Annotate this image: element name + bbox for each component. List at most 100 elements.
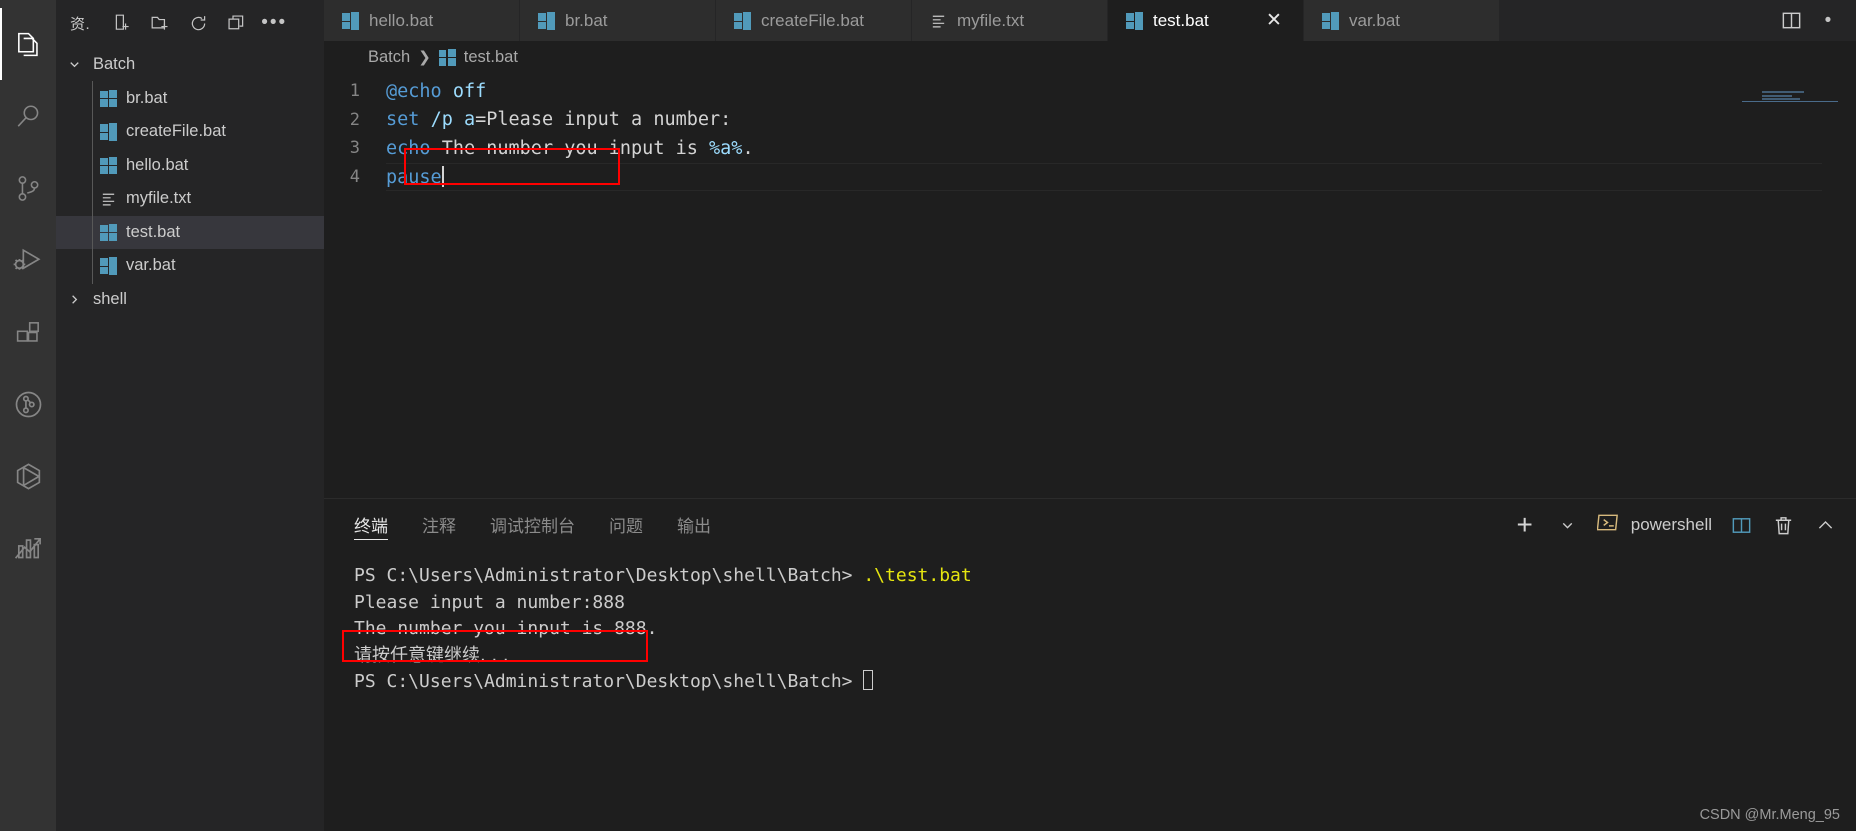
minimap-preview [1762,91,1804,100]
windows-bat-icon [1126,12,1143,30]
tree-label: hello.bat [126,155,189,174]
new-file-icon[interactable] [110,11,134,35]
line-number: 2 [349,109,360,130]
editor-area: hello.bat br.bat createFile.bat myfile.t… [324,0,1856,831]
tree-file-myfile-txt[interactable]: myfile.txt [56,181,324,216]
line-number: 1 [349,81,360,102]
line-content: pause [386,165,444,188]
bottom-panel: 终端 注释 调试控制台 问题 输出 + powershell PS C:\Use… [324,498,1856,831]
terminal-caret [863,670,874,690]
panel-tab-problems[interactable]: 问题 [609,499,643,551]
terminal-line: The number you input is 888. [354,618,658,639]
activity-item-remote-containers[interactable] [0,440,56,512]
tree-label: shell [93,289,127,308]
panel-tab-output[interactable]: 输出 [677,499,711,551]
activity-item-search[interactable] [0,80,56,152]
code-editor[interactable]: 1 @echo off 2 set /p a=Please input a nu… [324,73,1856,498]
windows-bat-icon [100,156,117,175]
cube-icon [13,461,44,492]
tab-label: hello.bat [369,10,434,30]
chevron-up-icon[interactable] [1812,512,1838,538]
tab-var-bat[interactable]: var.bat [1304,0,1500,41]
tree-label: br.bat [126,88,168,107]
chart-arrow-icon [13,533,44,564]
tree-folder-batch[interactable]: Batch [56,48,324,82]
tree-folder-shell[interactable]: shell [56,283,324,317]
tab-hello-bat[interactable]: hello.bat [324,0,520,41]
split-editor-icon[interactable] [1778,8,1804,34]
breadcrumb: Batch ❯ test.bat [324,41,1856,73]
windows-bat-icon [1322,12,1339,30]
vscode-window: 资. ••• Batch br.bat createFile.bat hello… [0,0,1856,831]
tree-file-hello-bat[interactable]: hello.bat [56,147,324,183]
activity-item-gitlens[interactable] [0,368,56,440]
collapse-all-icon[interactable] [224,11,248,35]
activity-item-source-control[interactable] [0,152,56,224]
panel-header: 终端 注释 调试控制台 问题 输出 + powershell [324,499,1856,551]
tree-file-test-bat[interactable]: test.bat [56,214,324,250]
sidebar-explorer: 资. ••• Batch br.bat createFile.bat hello… [56,0,324,831]
tree-file-createfile-bat[interactable]: createFile.bat [56,114,324,149]
tree-file-var-bat[interactable]: var.bat [56,248,324,283]
editor-tab-bar: hello.bat br.bat createFile.bat myfile.t… [324,0,1856,41]
tab-label: test.bat [1153,10,1209,30]
tree-label: test.bat [126,222,181,241]
new-terminal-icon[interactable]: + [1511,509,1539,540]
activity-item-explorer[interactable] [0,8,56,80]
code-line: 3 echo The number you input is %a%. [324,134,1856,163]
tab-myfile-txt[interactable]: myfile.txt [912,0,1108,41]
panel-tab-terminal[interactable]: 终端 [354,499,388,551]
activity-item-run-and-debug[interactable] [0,224,56,296]
chevron-down-icon[interactable] [1555,512,1581,538]
windows-bat-icon [734,12,751,30]
gitlens-circle-icon [13,389,44,420]
search-icon [14,102,43,131]
terminal-command: .\test.bat [863,565,972,586]
new-folder-icon[interactable] [148,11,172,35]
activity-item-analytics[interactable] [0,512,56,584]
windows-bat-icon [100,89,117,108]
tree-label: Batch [93,55,136,74]
tab-test-bat[interactable]: test.bat ✕ [1108,0,1304,41]
windows-bat-icon [100,223,117,242]
refresh-icon[interactable] [186,11,210,35]
panel-actions: + powershell [1511,509,1838,540]
activity-item-extensions[interactable] [0,296,56,368]
tab-br-bat[interactable]: br.bat [520,0,716,41]
file-tree: Batch br.bat createFile.bat hello.bat my… [56,46,324,316]
tab-createfile-bat[interactable]: createFile.bat [716,0,912,41]
panel-tab-debug-console[interactable]: 调试控制台 [490,499,575,551]
terminal-line: PS C:\Users\Administrator\Desktop\shell\… [354,669,1856,696]
terminal-icon [1596,511,1620,539]
line-number: 3 [349,138,360,159]
tree-label: myfile.txt [126,189,192,208]
source-control-icon [14,174,43,203]
extensions-icon [14,318,43,347]
ellipsis-icon[interactable]: • [1816,8,1842,34]
breadcrumb-root[interactable]: Batch [368,48,410,67]
line-content: echo The number you input is %a%. [386,137,754,159]
panel-tab-comments[interactable]: 注释 [422,499,456,551]
minimap-slider[interactable] [1742,101,1838,102]
line-content: @echo off [386,80,487,102]
shell-name-label: powershell [1630,515,1712,534]
text-caret [441,165,444,187]
close-icon[interactable]: ✕ [1263,10,1285,32]
text-file-icon [930,12,947,29]
tab-label: br.bat [565,10,608,30]
windows-bat-icon [438,48,456,66]
terminal-output[interactable]: PS C:\Users\Administrator\Desktop\shell\… [324,551,1856,831]
tree-file-br-bat[interactable]: br.bat [56,80,324,116]
windows-bat-icon [342,12,359,30]
breadcrumb-file-label: test.bat [463,47,518,66]
trash-icon[interactable] [1770,512,1796,538]
active-terminal-selector[interactable]: powershell [1596,511,1712,539]
breadcrumb-file[interactable]: test.bat [438,47,518,67]
code-line: 1 @echo off [324,77,1856,106]
ellipsis-icon[interactable]: ••• [261,11,286,35]
chevron-right-icon: ❯ [418,49,431,66]
run-debug-icon [13,245,44,276]
chevron-down-icon [66,57,82,73]
split-terminal-icon[interactable] [1728,512,1754,538]
text-file-icon [100,190,117,207]
